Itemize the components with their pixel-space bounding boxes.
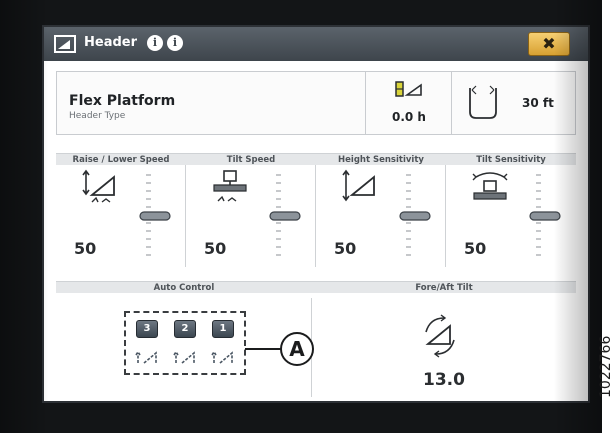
tilt-speed-label: Tilt Speed <box>186 153 316 165</box>
hour-meter-icon <box>395 81 422 97</box>
auto-control-panel: 3 2 1 A <box>56 298 314 397</box>
header-info-row: Flex Platform Header Type 0.0 h 30 ft <box>56 71 576 135</box>
header-width-icon <box>469 85 497 119</box>
header-width-value: 30 ft <box>522 96 554 110</box>
raise-lower-speed-icon <box>82 169 115 203</box>
callout-a: A <box>280 332 314 366</box>
info-icon-secondary[interactable]: i <box>167 35 183 51</box>
window-title: Header <box>84 35 138 50</box>
height-sensitivity-icon <box>342 169 375 202</box>
height-sensitivity-control[interactable]: 50 <box>316 165 446 267</box>
height-sensitivity-value: 50 <box>334 239 357 258</box>
platform-subtitle: Header Type <box>69 111 126 121</box>
engine-hours-cell[interactable]: 0.0 h <box>365 72 451 134</box>
header-type-cell[interactable]: Flex Platform Header Type <box>57 72 365 134</box>
raise-lower-speed-control[interactable]: 50 <box>56 165 186 267</box>
title-bar: Header i i ✖ <box>44 27 588 61</box>
callout-leader-line <box>245 348 282 350</box>
tilt-sensitivity-icon <box>472 172 508 200</box>
sensor-arm-icon <box>211 350 233 364</box>
info-icon[interactable]: i <box>147 35 163 51</box>
tilt-speed-control[interactable]: 50 <box>186 165 316 267</box>
header-settings-screen: Header i i ✖ Flex Platform Header Type 0… <box>42 25 590 403</box>
header-icon <box>54 35 76 53</box>
auto-control-button-2[interactable]: 2 <box>174 320 196 338</box>
auto-control-button-1[interactable]: 1 <box>212 320 234 338</box>
engine-hours-value: 0.0 h <box>392 110 426 124</box>
auto-control-button-3[interactable]: 3 <box>136 320 158 338</box>
height-sensitivity-label: Height Sensitivity <box>316 153 446 165</box>
auto-control-button-group: 3 2 1 <box>124 311 246 375</box>
sensor-arm-icon <box>173 350 195 364</box>
auto-control-label: Auto Control <box>56 281 312 293</box>
raise-lower-speed-slider[interactable] <box>136 169 176 263</box>
figure-number: 1022766 <box>598 335 614 398</box>
fore-aft-tilt-icon <box>425 314 455 358</box>
tilt-speed-value: 50 <box>204 239 227 258</box>
tilt-sensitivity-label: Tilt Sensitivity <box>446 153 576 165</box>
tilt-sensitivity-control[interactable]: 50 <box>446 165 576 267</box>
close-button[interactable]: ✖ <box>528 32 570 56</box>
fore-aft-tilt-label: Fore/Aft Tilt <box>312 281 576 293</box>
tilt-sensitivity-slider[interactable] <box>526 169 566 263</box>
tilt-sensitivity-value: 50 <box>464 239 487 258</box>
fore-aft-tilt-panel[interactable]: 13.0 <box>312 298 576 397</box>
height-sensitivity-slider[interactable] <box>396 169 436 263</box>
header-width-cell[interactable]: 30 ft <box>451 72 575 134</box>
tilt-speed-slider[interactable] <box>266 169 306 263</box>
sensor-arm-icon <box>135 350 157 364</box>
raise-lower-speed-value: 50 <box>74 239 97 258</box>
raise-lower-speed-label: Raise / Lower Speed <box>56 153 186 165</box>
platform-name: Flex Platform <box>69 93 176 109</box>
fore-aft-tilt-value: 13.0 <box>423 370 465 390</box>
tilt-speed-icon <box>213 170 247 202</box>
